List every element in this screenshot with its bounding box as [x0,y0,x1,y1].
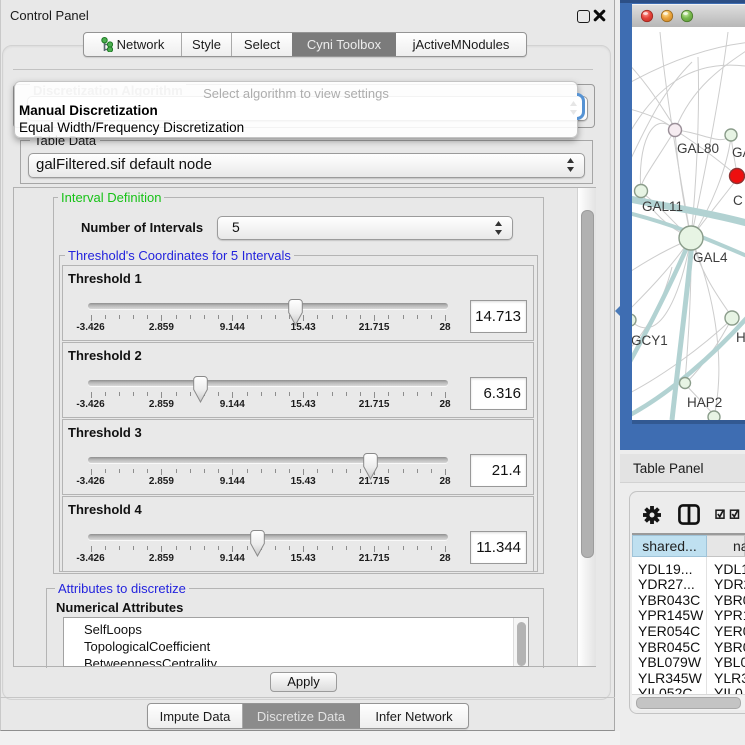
svg-text:H: H [736,330,745,345]
svg-text:GAL80: GAL80 [677,141,719,156]
svg-text:C: C [733,193,743,208]
svg-text:GAL4: GAL4 [693,250,728,265]
svg-text:GAL11: GAL11 [642,199,683,214]
svg-text:GA: GA [732,145,745,160]
svg-text:HAP2: HAP2 [687,395,722,410]
svg-text:GCY1: GCY1 [632,333,668,348]
